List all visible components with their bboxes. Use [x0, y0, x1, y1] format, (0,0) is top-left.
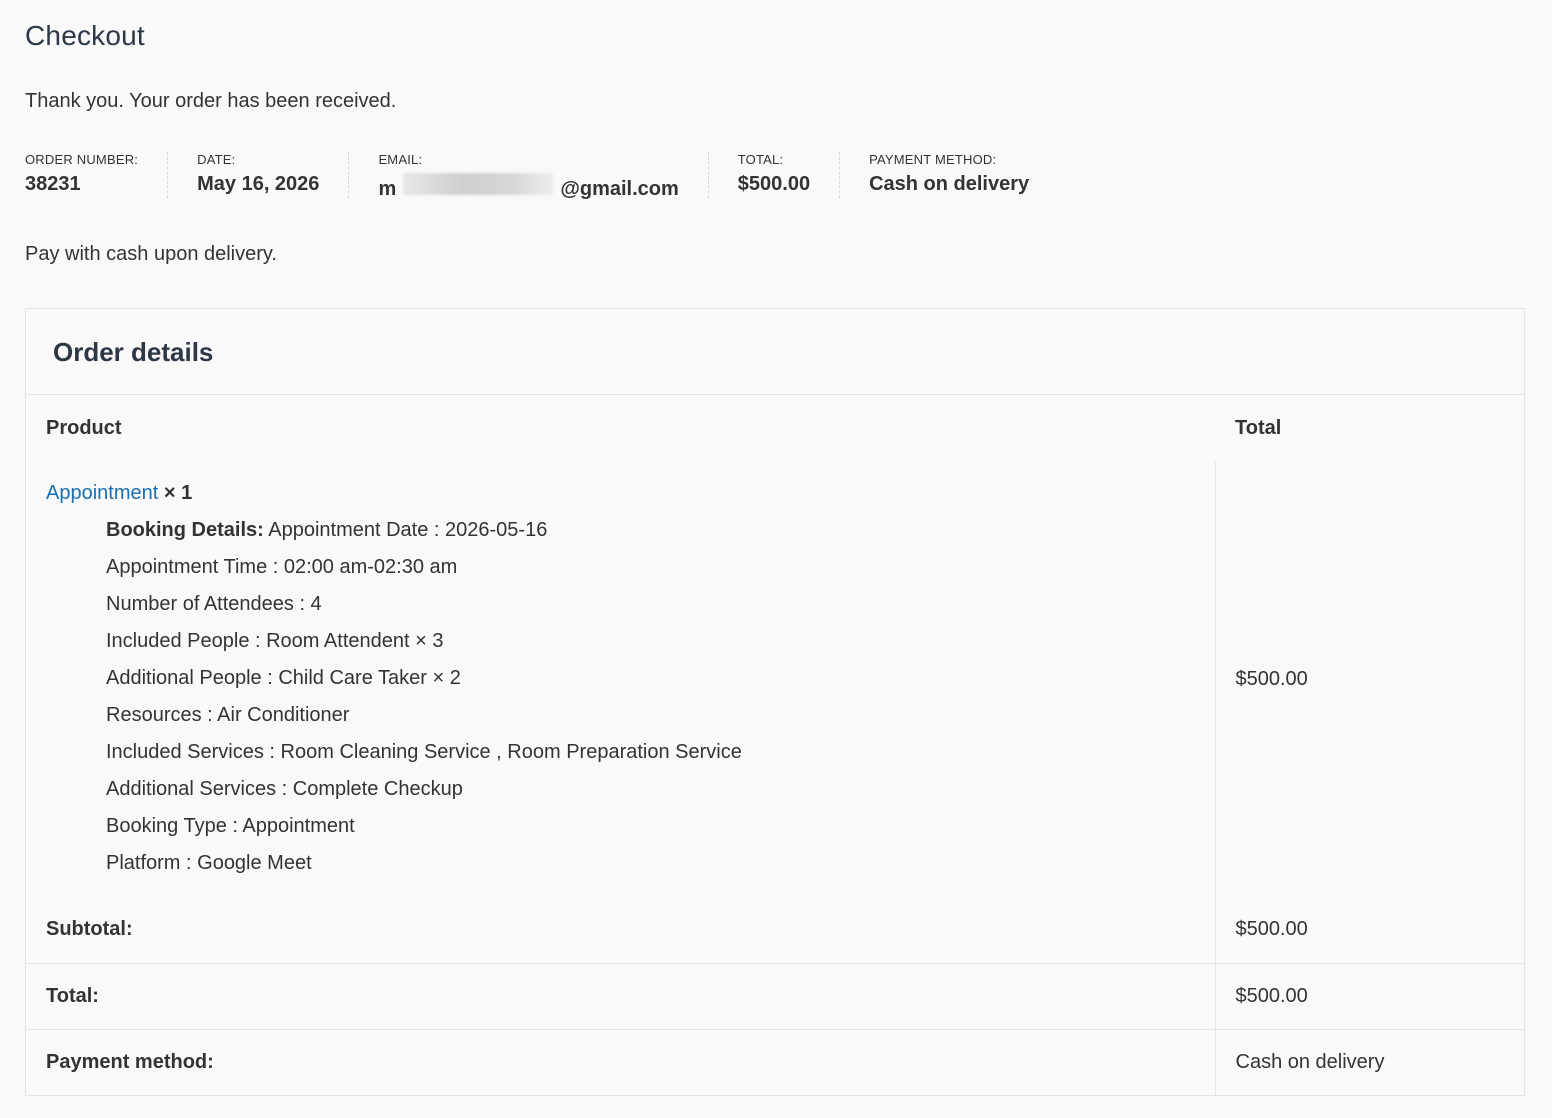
order-details-heading: Order details — [26, 309, 1524, 395]
order-details-section: Order details Product Total Appointment … — [25, 308, 1525, 1096]
booking-meta-item: Resources : Air Conditioner — [106, 704, 350, 726]
total-label: TOTAL: — [737, 152, 784, 167]
overview-order-number: ORDER NUMBER: 38231 — [25, 152, 169, 198]
table-header-row: Product Total — [26, 395, 1524, 462]
payment-method-row-label: Payment method: — [26, 1029, 1216, 1095]
overview-date: DATE: May 16, 2026 — [197, 152, 350, 198]
product-link[interactable]: Appointment — [46, 482, 158, 504]
booking-meta-item: Booking Details: Appointment Date : 2026… — [106, 512, 1215, 549]
email-prefix: m — [378, 178, 397, 200]
total-column-header: Total — [1235, 417, 1282, 439]
payment-method-row-value: Cash on delivery — [1235, 1050, 1385, 1073]
overview-total: TOTAL: $500.00 — [737, 152, 841, 198]
order-total-label: Total: — [26, 963, 1216, 1030]
subtotal-label: Subtotal: — [26, 897, 1216, 964]
date-value: May 16, 2026 — [197, 173, 320, 195]
booking-meta-item: Booking Type : Appointment — [106, 815, 355, 837]
email-label: EMAIL: — [378, 152, 423, 167]
order-number-value: 38231 — [25, 173, 81, 195]
payment-instructions: Pay with cash upon delivery. — [25, 243, 277, 265]
page-title: Checkout — [25, 20, 145, 51]
product-column-header: Product — [46, 417, 122, 439]
email-redaction-blur — [402, 173, 553, 195]
total-row: Total: $500.00 — [26, 963, 1524, 1030]
date-label: DATE: — [197, 152, 236, 167]
payment-method-row: Payment method: Cash on delivery — [26, 1029, 1524, 1095]
booking-meta-item: Number of Attendees : 4 — [106, 593, 322, 615]
payment-method-label: PAYMENT METHOD: — [869, 152, 997, 167]
order-overview: ORDER NUMBER: 38231 DATE: May 16, 2026 E… — [25, 152, 1087, 201]
subtotal-row: Subtotal: $500.00 — [26, 897, 1524, 964]
total-value: $500.00 — [737, 173, 811, 195]
product-quantity: × 1 — [163, 482, 193, 504]
overview-email: EMAIL: m @gmail.com — [378, 152, 709, 201]
order-item-product: Appointment × 1 Booking Details: Appoint… — [26, 462, 1216, 897]
booking-meta-item: Additional People : Child Care Taker × 2 — [106, 667, 461, 689]
booking-meta-item: Included Services : Room Cleaning Servic… — [106, 741, 742, 763]
booking-meta-item: Additional Services : Complete Checkup — [106, 778, 463, 800]
order-total-value: $500.00 — [1215, 963, 1524, 1030]
order-item-row: Appointment × 1 Booking Details: Appoint… — [26, 462, 1524, 897]
order-item-total: $500.00 — [1235, 668, 1308, 690]
email-value: m @gmail.com — [378, 173, 679, 201]
booking-meta-item: Appointment Time : 02:00 am-02:30 am — [106, 556, 458, 578]
order-number-label: ORDER NUMBER: — [25, 152, 139, 167]
booking-meta-item: Platform : Google Meet — [106, 852, 312, 874]
subtotal-value: $500.00 — [1215, 897, 1524, 964]
booking-details-value: Appointment Date : 2026-05-16 — [268, 519, 548, 541]
checkout-page: Checkout Thank you. Your order has been … — [0, 0, 1552, 1118]
overview-payment-method: PAYMENT METHOD: Cash on delivery — [869, 152, 1058, 198]
payment-method-value: Cash on delivery — [869, 173, 1030, 195]
booking-meta-list: Booking Details: Appointment Date : 2026… — [46, 512, 1215, 882]
order-received-notice: Thank you. Your order has been received. — [25, 90, 397, 112]
email-suffix: @gmail.com — [560, 178, 679, 200]
booking-details-label: Booking Details: — [106, 519, 264, 541]
booking-meta-item: Included People : Room Attendent × 3 — [106, 630, 444, 652]
order-details-table: Product Total Appointment × 1 Booking De… — [26, 395, 1524, 1095]
